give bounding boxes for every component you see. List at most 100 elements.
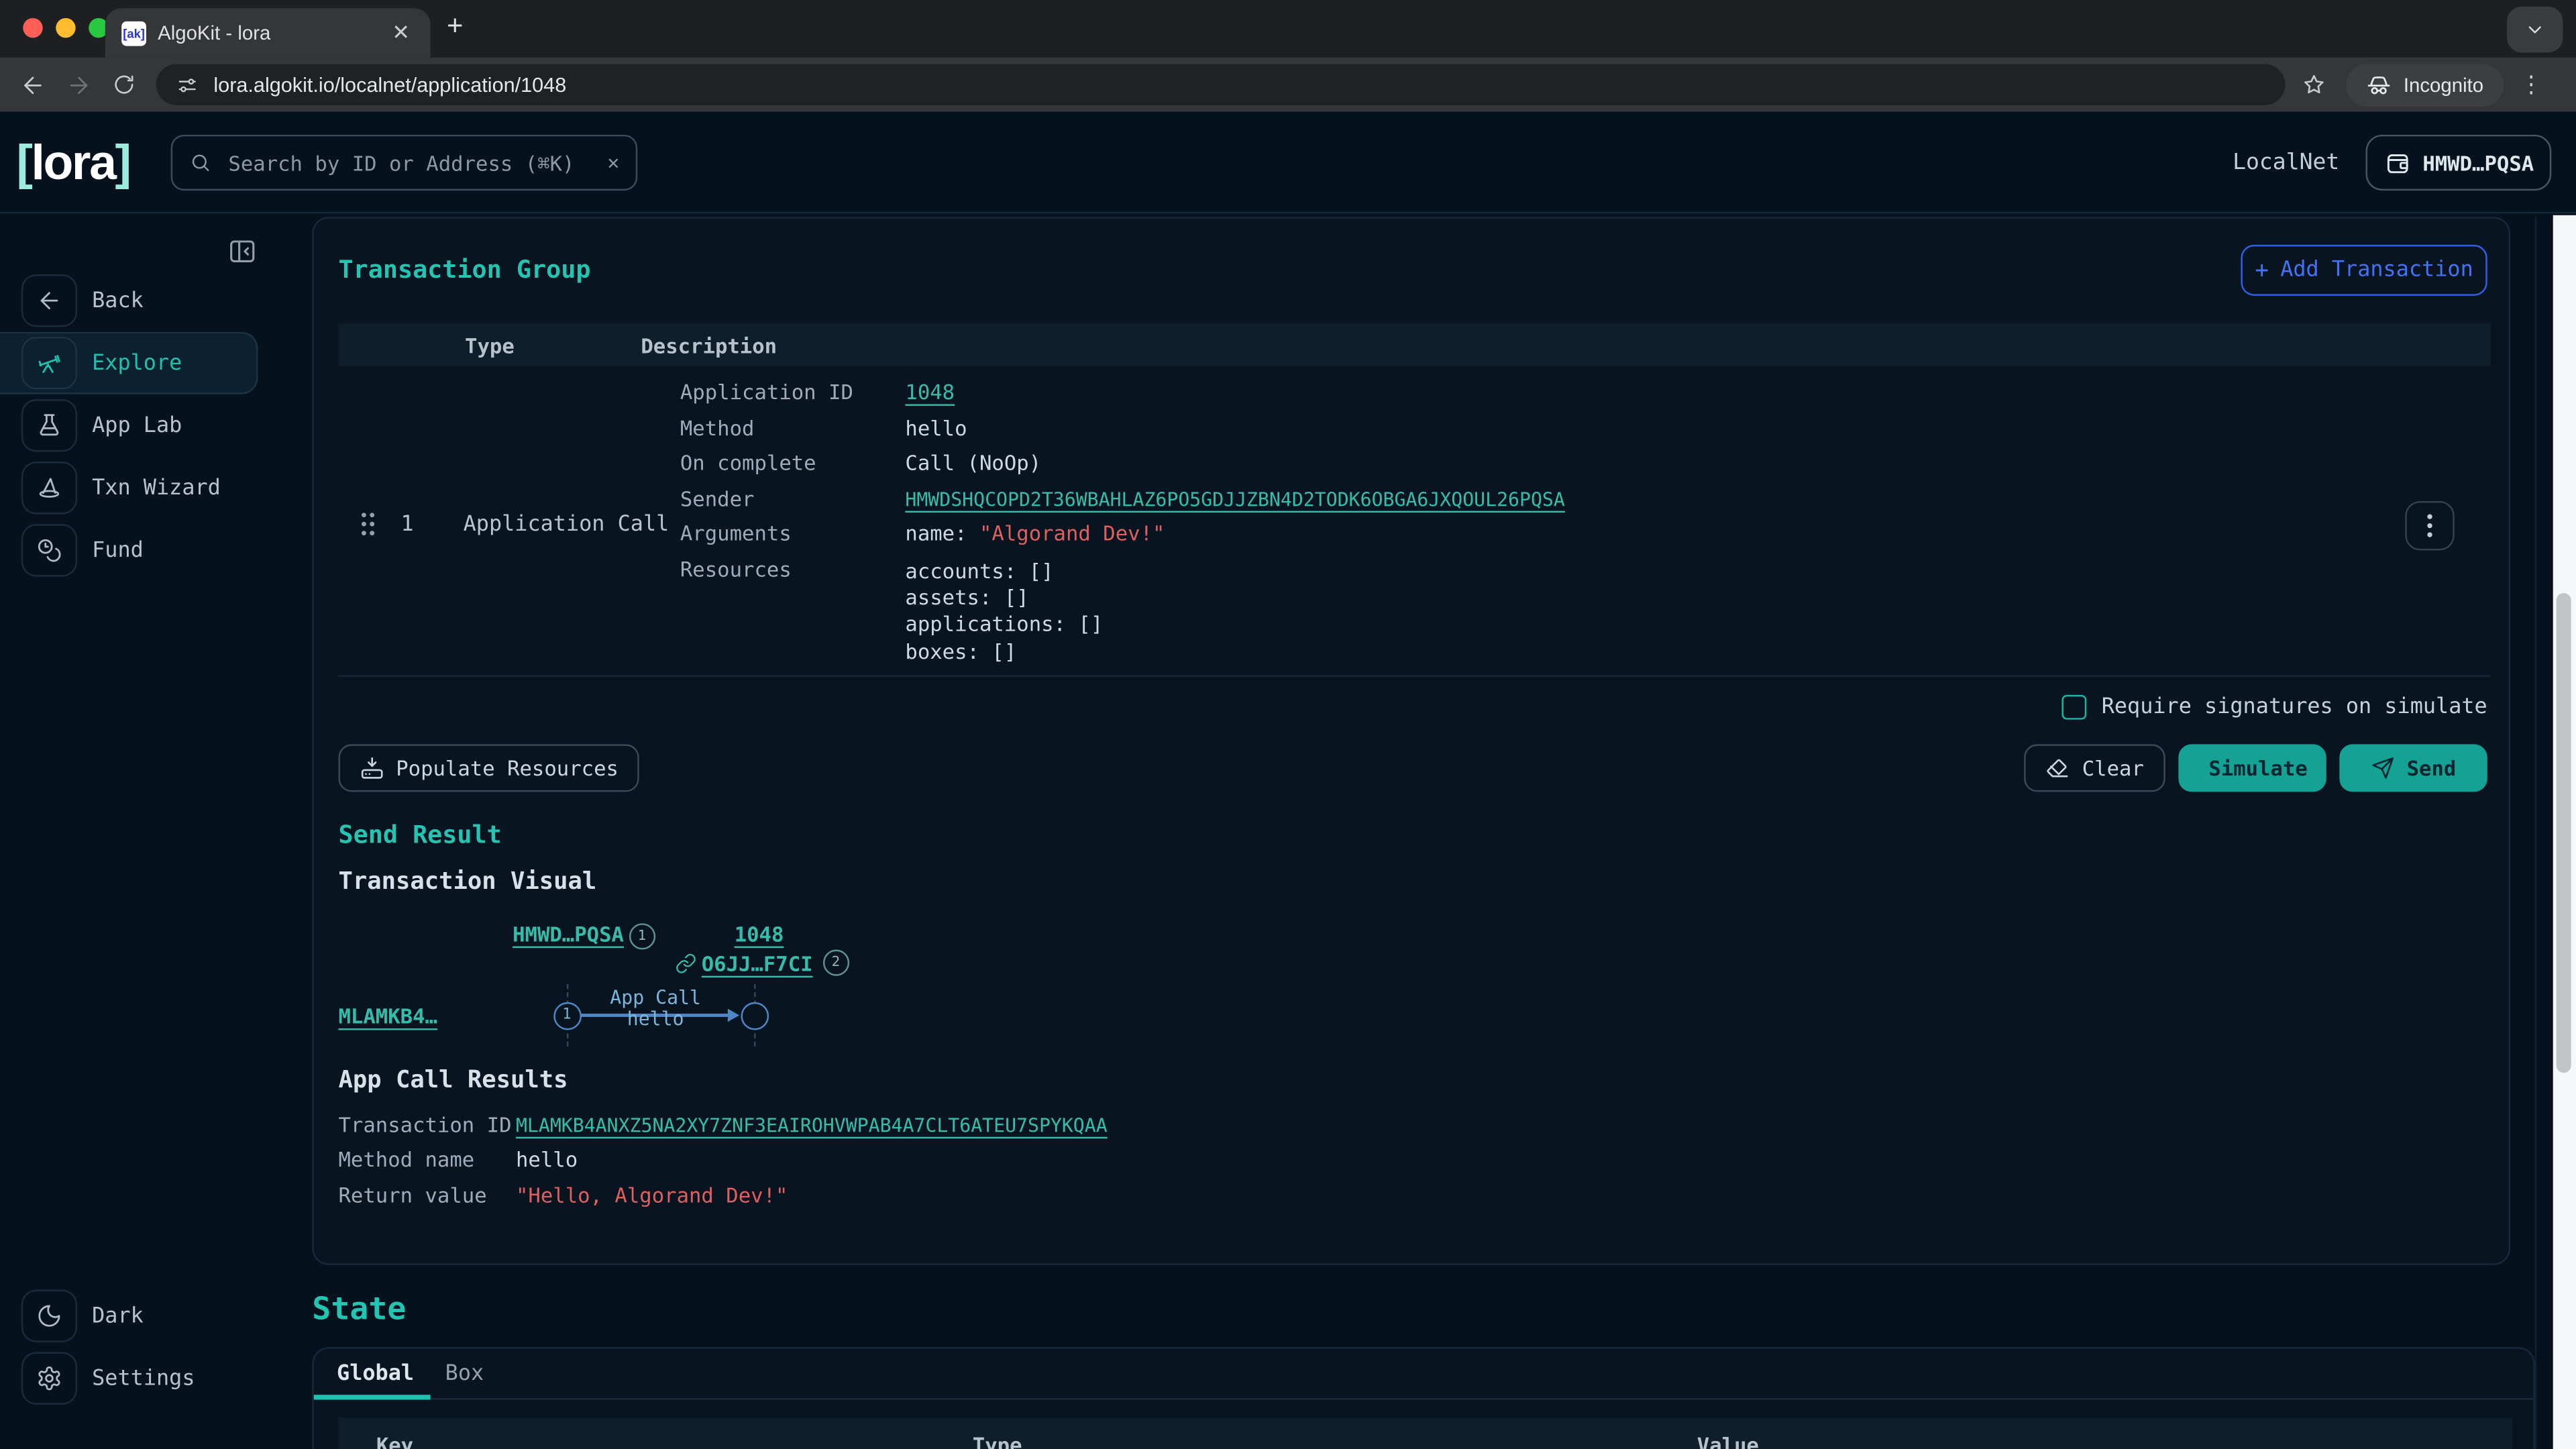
visual-app-header: 1048 — [735, 922, 784, 947]
transaction-id-row: Transaction ID MLAMKB4ANXZ5NA2XY7ZNF3EAI… — [338, 1114, 1107, 1136]
app-call-results-title: App Call Results — [338, 1068, 568, 1094]
state-column-type: Type — [973, 1433, 1022, 1449]
application-id-link[interactable]: 1048 — [905, 380, 955, 405]
state-table-header: Key Type Value — [338, 1417, 2512, 1449]
group-badge: 2 — [822, 950, 849, 976]
graph-arrowhead — [728, 1008, 739, 1021]
send-result-title: Send Result — [338, 820, 501, 849]
tab-global[interactable]: Global — [337, 1362, 414, 1387]
incognito-label: Incognito — [2404, 73, 2483, 96]
sidebar-item-settings[interactable]: Settings — [0, 1347, 276, 1409]
bookmark-star-icon[interactable] — [2302, 72, 2326, 97]
application-id-label: Application ID — [680, 381, 906, 404]
reload-button[interactable] — [112, 72, 137, 97]
graph-edge-label: App Callhello — [593, 987, 718, 1030]
state-title: State — [312, 1291, 406, 1328]
minimize-window-button[interactable] — [56, 18, 75, 38]
window-controls[interactable] — [23, 18, 108, 38]
visual-row-label: MLAMKB4… — [338, 1004, 437, 1028]
on-complete-value: Call (NoOp) — [905, 451, 1041, 474]
visual-group-header: O6JJ…F7CI 2 — [676, 950, 849, 976]
sidebar-item-dark-mode[interactable]: Dark — [0, 1285, 276, 1347]
network-label[interactable]: LocalNet — [2233, 150, 2339, 176]
new-tab-button[interactable]: + — [447, 10, 463, 43]
search-icon — [189, 151, 212, 174]
method-name-label: Method name — [338, 1148, 515, 1171]
tab-box[interactable]: Box — [445, 1362, 484, 1387]
search-clear-icon[interactable]: ✕ — [608, 151, 620, 174]
wizard-hat-icon — [21, 462, 77, 514]
column-type: Type — [465, 333, 515, 358]
transaction-row[interactable]: 1 Application Call Application ID1048 Me… — [338, 366, 2490, 677]
tab-favicon: [ak] — [121, 21, 146, 46]
moon-icon — [21, 1289, 77, 1342]
lora-logo[interactable]: [lora] — [16, 136, 129, 192]
table-header: Type Description — [338, 323, 2490, 366]
visual-group-link[interactable]: O6JJ…F7CI — [702, 951, 813, 975]
wallet-button[interactable]: HMWD…PQSA — [2366, 135, 2552, 191]
sender-badge: 1 — [629, 923, 655, 949]
send-icon — [2371, 756, 2396, 781]
state-column-value: Value — [1697, 1433, 1759, 1449]
site-settings-icon[interactable] — [176, 73, 199, 96]
add-transaction-button[interactable]: + Add Transaction — [2241, 245, 2487, 296]
state-tabs: Global Box — [314, 1349, 2534, 1400]
browser-tab[interactable]: [ak] AlgoKit - lora ✕ — [105, 8, 431, 57]
transaction-group-title: Transaction Group — [338, 255, 590, 284]
sender-label: Sender — [680, 487, 906, 510]
return-value: "Hello, Algorand Dev!" — [516, 1185, 788, 1208]
sidebar-item-fund[interactable]: Fund — [0, 519, 276, 582]
sender-link[interactable]: HMWDSHQCOPD2T36WBAHLAZ6PO5GDJJZBN4D2TODK… — [905, 487, 1564, 510]
close-window-button[interactable] — [23, 18, 42, 38]
row-menu-button[interactable] — [2405, 501, 2454, 550]
arguments-label: Arguments — [680, 523, 906, 545]
send-button[interactable]: Send — [2339, 744, 2487, 792]
resources-label: Resources — [680, 557, 906, 665]
screen: [ak] AlgoKit - lora ✕ + lora.algokit.io/… — [0, 0, 2576, 1449]
row-description-fields: Application ID1048 Methodhello On comple… — [680, 381, 1565, 665]
link-icon — [676, 952, 697, 973]
forward-nav-button[interactable] — [66, 72, 92, 98]
tab-search-button[interactable] — [2507, 7, 2563, 53]
search-input[interactable] — [225, 149, 594, 177]
sidebar-item-txn-wizard[interactable]: Txn Wizard — [0, 457, 276, 519]
url-text[interactable]: lora.algokit.io/localnet/application/104… — [213, 73, 566, 96]
panel-collapse-icon — [227, 237, 258, 266]
search-box[interactable]: ✕ — [171, 135, 638, 191]
require-signatures-checkbox[interactable] — [2062, 695, 2087, 720]
populate-resources-button[interactable]: Populate Resources — [338, 744, 639, 792]
simulate-button[interactable]: Simulate — [2178, 744, 2326, 792]
telescope-icon — [21, 337, 77, 389]
plus-icon: + — [2255, 257, 2269, 283]
visual-app-link[interactable]: 1048 — [735, 922, 784, 947]
sidebar-collapse-button[interactable] — [227, 237, 258, 266]
sidebar-item-explore[interactable]: Explore — [0, 332, 258, 394]
transaction-id-link[interactable]: MLAMKB4ANXZ5NA2XY7ZNF3EAIROHVWPAB4A7CLT6… — [516, 1114, 1108, 1136]
app-page: [lora] ✕ LocalNet HMWD…PQSA Back Ex — [0, 112, 2576, 1449]
transaction-group-card: Transaction Group + Add Transaction Type… — [312, 217, 2510, 1265]
page-scrollbar[interactable] — [2553, 215, 2576, 1449]
content-outline — [2535, 217, 2536, 1449]
back-nav-button[interactable] — [19, 72, 46, 98]
return-value-label: Return value — [338, 1185, 515, 1208]
actions-row: Populate Resources Clear Simulate Send — [338, 744, 2487, 792]
column-description: Description — [641, 333, 777, 358]
graph-from-node[interactable]: 1 — [553, 1002, 581, 1030]
visual-txn-link[interactable]: MLAMKB4… — [338, 1004, 437, 1028]
on-complete-label: On complete — [680, 451, 906, 474]
transaction-id-label: Transaction ID — [338, 1114, 515, 1136]
active-tab-indicator — [314, 1395, 431, 1399]
browser-menu-icon[interactable]: ⋮ — [2520, 72, 2542, 98]
state-card: Global Box Key Type Value — [312, 1347, 2534, 1449]
sidebar-item-back[interactable]: Back — [0, 270, 276, 332]
clear-button[interactable]: Clear — [2025, 744, 2165, 792]
scrollbar-thumb[interactable] — [2557, 593, 2571, 1073]
visual-sender-link[interactable]: HMWD…PQSA — [513, 922, 624, 947]
tab-close-icon[interactable]: ✕ — [388, 19, 414, 46]
address-bar[interactable]: lora.algokit.io/localnet/application/104… — [156, 64, 2286, 105]
app-header: [lora] ✕ LocalNet HMWD…PQSA — [0, 112, 2576, 214]
drag-handle-icon[interactable] — [360, 511, 376, 537]
sidebar-item-app-lab[interactable]: App Lab — [0, 394, 276, 457]
row-type: Application Call — [464, 513, 669, 537]
graph-to-node[interactable] — [740, 1002, 768, 1030]
